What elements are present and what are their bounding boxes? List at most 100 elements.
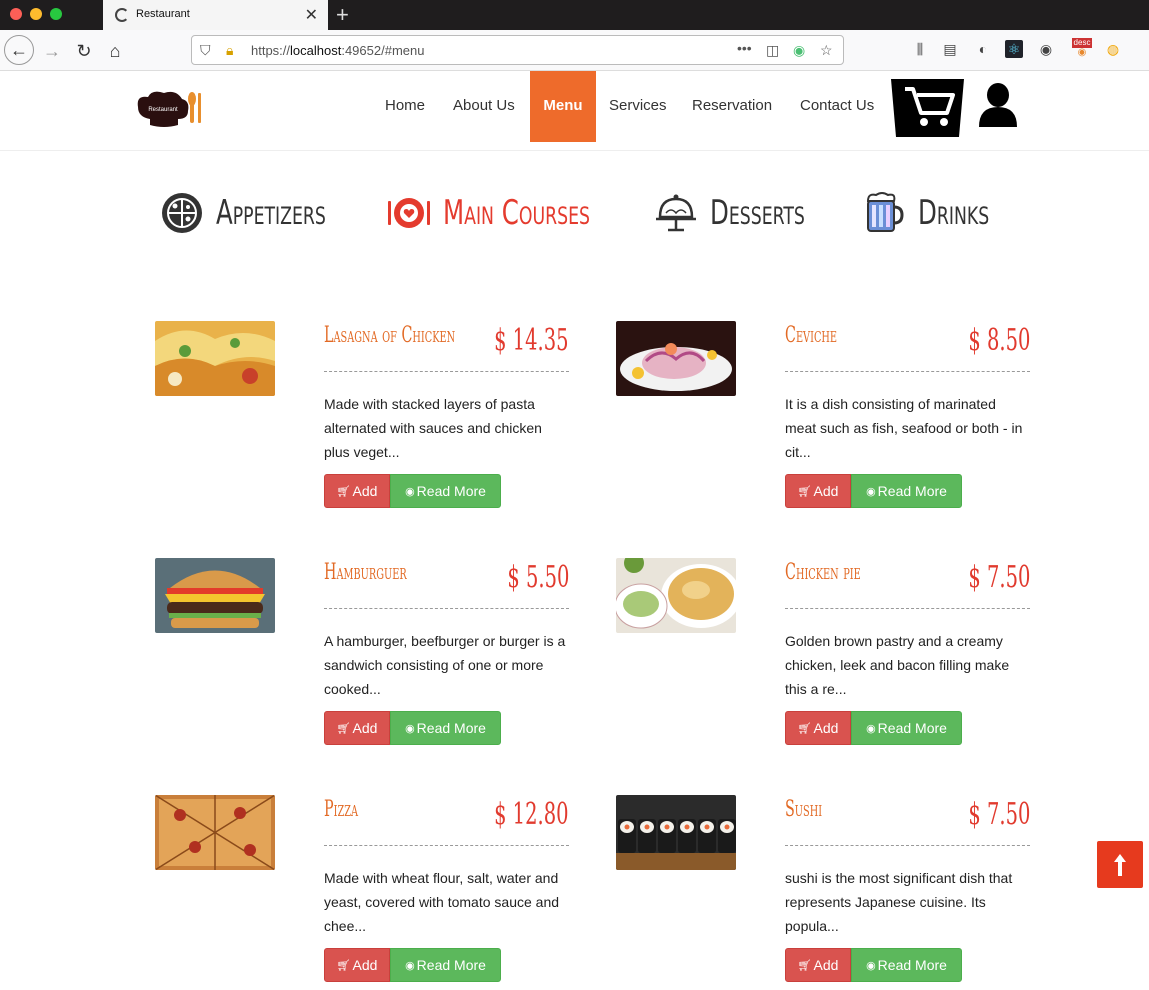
menu-item: Sushi $ 7.50 sushi is the most significa… (616, 795, 1036, 985)
item-price: $ 14.35 (494, 323, 569, 358)
read-more-button[interactable]: ◉ Read More (851, 948, 962, 982)
divider (324, 371, 569, 372)
dark-mode-icon[interactable]: ◐ (974, 40, 992, 58)
divider (324, 845, 569, 846)
browser-tab[interactable]: Restaurant ✕ (103, 0, 328, 30)
item-name: Chicken pie (785, 560, 861, 585)
add-to-cart-button[interactable]: 🛒︎ Add (324, 474, 390, 508)
account-icon[interactable]: ◉ (1037, 40, 1055, 58)
lasagna-image[interactable] (155, 321, 275, 396)
ceviche-image[interactable] (616, 321, 736, 396)
nav-services[interactable]: Services (609, 97, 667, 114)
category-appetizers[interactable]: Appetizers (160, 185, 369, 240)
new-tab-button[interactable]: + (336, 2, 349, 28)
reload-button[interactable]: ↻ (70, 37, 98, 65)
eye-icon: ◉ (866, 722, 876, 735)
back-button[interactable]: ← (4, 35, 34, 65)
shield-icon[interactable]: ⛉ (200, 42, 211, 59)
eye-icon: ◉ (405, 959, 415, 972)
category-label: Drinks (918, 192, 990, 233)
read-more-button[interactable]: ◉ Read More (851, 474, 962, 508)
menu-item: Pizza $ 12.80 Made with wheat flour, sal… (155, 795, 575, 985)
category-main-courses[interactable]: Main Courses (387, 185, 647, 240)
cart-icon: 🛒︎ (797, 959, 812, 972)
cake-stand-icon (656, 194, 696, 231)
category-label: Desserts (710, 192, 805, 233)
read-more-button[interactable]: ◉ Read More (851, 711, 962, 745)
nav-home[interactable]: Home (385, 97, 425, 114)
page-actions-icon[interactable]: ••• (737, 40, 752, 56)
arrow-up-icon (1114, 853, 1126, 876)
read-more-button[interactable]: ◉ Read More (390, 948, 501, 982)
category-desserts[interactable]: Desserts (654, 185, 842, 240)
eye-icon: ◉ (866, 959, 876, 972)
close-tab-icon[interactable]: ✕ (305, 5, 318, 25)
browser-toolbar: ← → ↻ ⌂ ⛉ 🔒︎ https://localhost:49652/#me… (0, 30, 1149, 71)
insecure-lock-icon[interactable]: 🔒︎ (226, 42, 233, 59)
item-description: sushi is the most significant dish that … (785, 870, 1013, 934)
item-description: It is a dish consisting of marinated mea… (785, 396, 1023, 460)
globe-extension-icon[interactable]: ◍ (1104, 40, 1122, 58)
maximize-window-button[interactable] (50, 8, 62, 20)
sushi-image[interactable] (616, 795, 736, 870)
add-to-cart-button[interactable]: 🛒︎ Add (324, 711, 390, 745)
add-to-cart-button[interactable]: 🛒︎ Add (785, 948, 851, 982)
loading-icon (115, 8, 129, 22)
item-name: Ceviche (785, 323, 838, 348)
category-label: Appetizers (216, 192, 326, 233)
nav-contact-us[interactable]: Contact Us (800, 97, 874, 114)
nav-reservation[interactable]: Reservation (692, 97, 772, 114)
site-header: Restaurant Home About Us Menu Services R… (0, 71, 1149, 151)
item-price: $ 5.50 (506, 560, 569, 595)
desc-extension-icon[interactable]: desc ◉ (1070, 36, 1094, 60)
react-devtools-icon[interactable]: ⚛ (1005, 40, 1023, 58)
pizza-image[interactable] (155, 795, 275, 870)
cart-icon: 🛒︎ (336, 485, 351, 498)
chicken-pie-image[interactable] (616, 558, 736, 633)
menu-item: Lasagna of Chicken $ 14.35 Made with sta… (155, 321, 575, 511)
category-label-active: Main Courses (443, 192, 590, 233)
category-drinks[interactable]: Drinks (862, 185, 1017, 240)
bookmark-star-icon[interactable]: ☆ (820, 42, 833, 59)
cart-icon: 🛒︎ (336, 722, 351, 735)
close-window-button[interactable] (10, 8, 22, 20)
tab-title: Restaurant (136, 8, 190, 20)
home-button[interactable]: ⌂ (101, 37, 129, 65)
item-price: $ 7.50 (967, 560, 1030, 595)
add-to-cart-button[interactable]: 🛒︎ Add (785, 711, 851, 745)
divider (785, 608, 1030, 609)
shopping-cart-icon[interactable] (891, 77, 964, 137)
add-to-cart-button[interactable]: 🛒︎ Add (324, 948, 390, 982)
extension-icon[interactable]: ◉ (793, 42, 805, 59)
item-name: Sushi (785, 797, 823, 822)
item-price: $ 12.80 (494, 797, 569, 832)
beer-mug-icon (866, 191, 904, 232)
url-bar[interactable]: ⛉ 🔒︎ https://localhost:49652/#menu ••• ◫… (191, 35, 844, 65)
minimize-window-button[interactable] (30, 8, 42, 20)
menu-item: Ceviche $ 8.50 It is a dish consisting o… (616, 321, 1036, 511)
read-more-button[interactable]: ◉ Read More (390, 711, 501, 745)
item-price: $ 7.50 (967, 797, 1030, 832)
cart-icon: 🛒︎ (797, 722, 812, 735)
eye-icon: ◉ (405, 722, 415, 735)
item-description: Golden brown pastry and a creamy chicken… (785, 633, 1010, 697)
read-more-button[interactable]: ◉ Read More (390, 474, 501, 508)
logo-text: Restaurant (148, 107, 178, 113)
scroll-to-top-button[interactable] (1097, 841, 1143, 888)
item-name: Lasagna of Chicken (324, 323, 456, 348)
sidebar-icon[interactable]: ▤ (941, 40, 959, 58)
hamburger-image[interactable] (155, 558, 275, 633)
item-description: Made with stacked layers of pasta altern… (324, 396, 542, 460)
nav-menu[interactable]: Menu (530, 71, 596, 142)
library-icon[interactable]: ⫼ (911, 40, 929, 58)
add-to-cart-button[interactable]: 🛒︎ Add (785, 474, 851, 508)
divider (785, 845, 1030, 846)
url-text[interactable]: https://localhost:49652/#menu (251, 43, 424, 58)
nav-about-us[interactable]: About Us (453, 97, 515, 114)
user-icon[interactable] (977, 83, 1019, 129)
pocket-icon[interactable]: ◫ (766, 42, 779, 59)
restaurant-logo[interactable]: Restaurant (134, 87, 204, 129)
item-name: Hamburguer (324, 560, 407, 585)
forward-button[interactable]: → (38, 37, 66, 65)
fox-icon: ◉ (1077, 47, 1087, 58)
